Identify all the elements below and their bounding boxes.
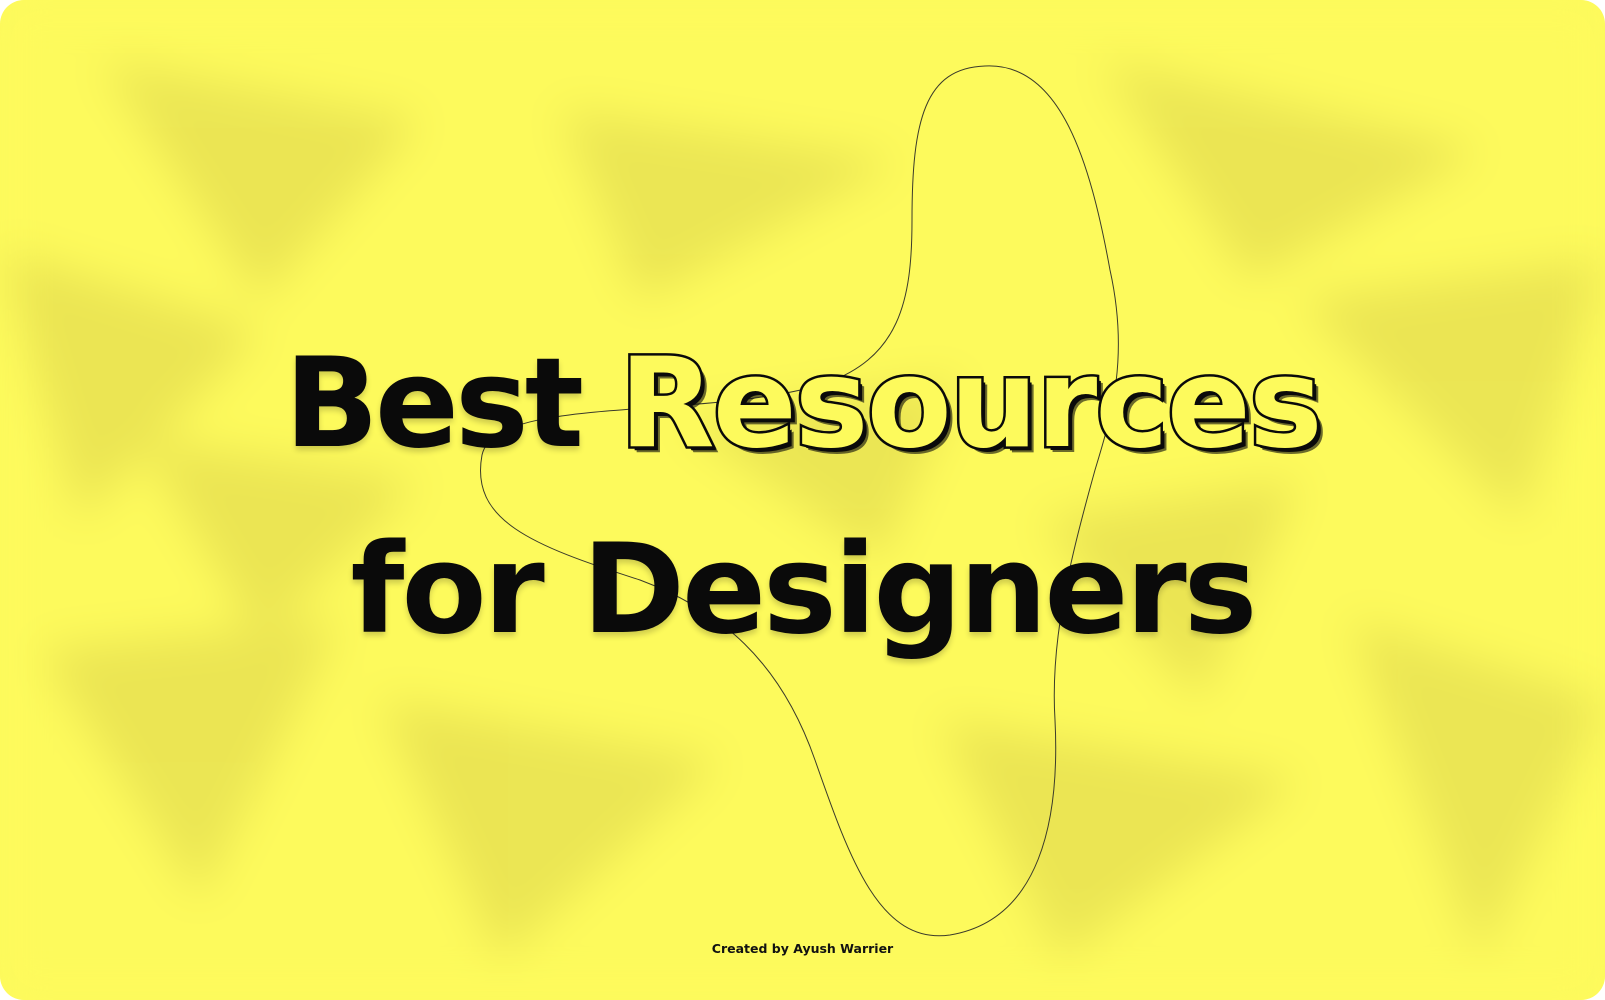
headline-word-best: Best bbox=[284, 332, 584, 476]
author-credit: Created by Ayush Warrier bbox=[711, 941, 894, 956]
blob-outline bbox=[480, 65, 1119, 937]
headline-word-designers: Designers bbox=[582, 518, 1257, 662]
artboard: Best Resources for Designers Created by … bbox=[0, 0, 1605, 1000]
headline-line-2: for Designers bbox=[0, 518, 1605, 662]
headline-line-1: Best Resources bbox=[0, 330, 1605, 479]
headline-word-resources: Resources bbox=[617, 330, 1325, 479]
headline-word-for: for bbox=[350, 518, 545, 662]
